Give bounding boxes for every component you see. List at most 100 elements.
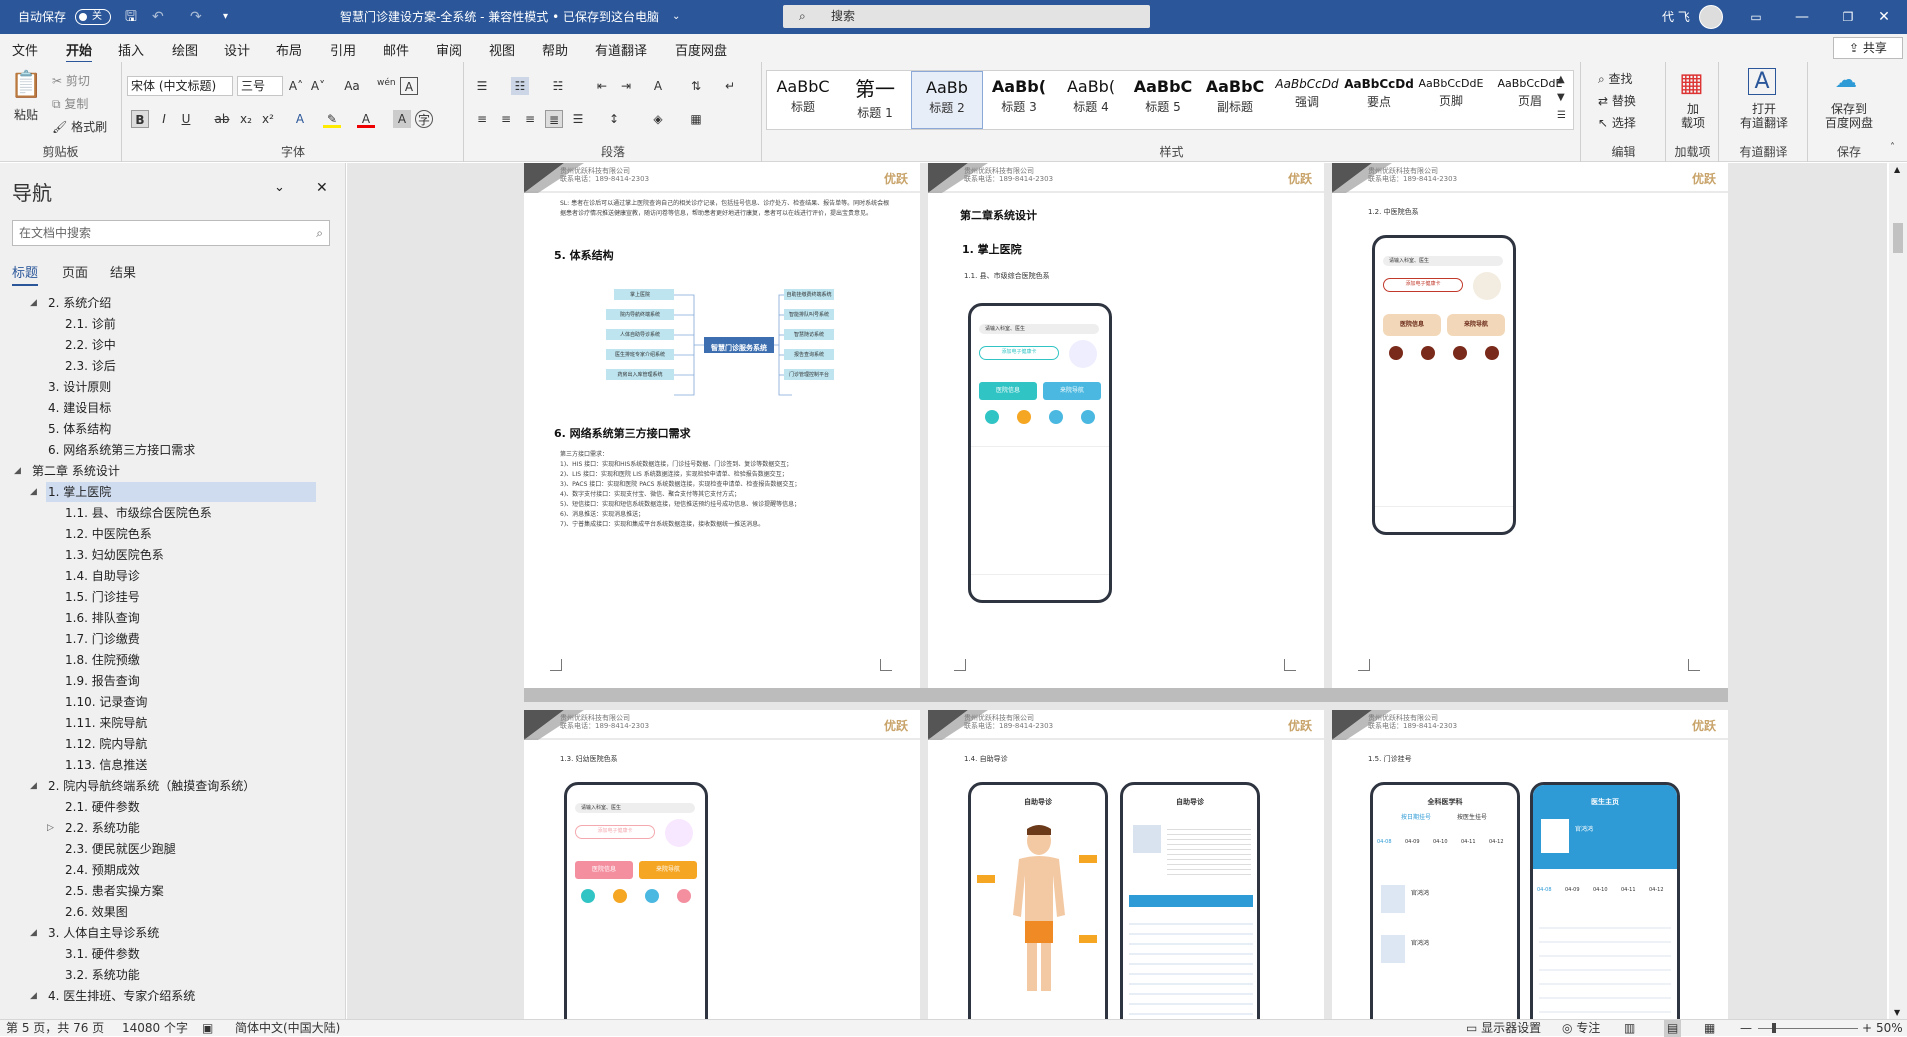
- nav-heading-item[interactable]: 1.9. 报告查询: [63, 671, 316, 691]
- nav-heading-item[interactable]: 2.3. 诊后: [63, 356, 316, 376]
- nav-heading-item[interactable]: 1.2. 中医院色系: [63, 524, 316, 544]
- find-button[interactable]: ⌕ 查找: [1598, 70, 1633, 87]
- document-title[interactable]: 智慧门诊建设方案-全系统 - 兼容性模式 • 已保存到这台电脑: [340, 0, 659, 34]
- styles-more-icon[interactable]: ☰: [1557, 110, 1566, 121]
- nav-heading-item[interactable]: 1.5. 门诊挂号: [63, 587, 316, 607]
- format-painter-button[interactable]: 🖌 格式刷: [52, 118, 107, 135]
- multilevel-list-icon[interactable]: ☵: [549, 77, 567, 95]
- text-effects-icon[interactable]: A: [291, 110, 309, 128]
- baidu-cloud-icon[interactable]: ☁: [1835, 68, 1857, 93]
- nav-heading-item[interactable]: 3.1. 硬件参数: [63, 944, 316, 964]
- distributed-icon[interactable]: ☰: [569, 110, 587, 128]
- display-settings-button[interactable]: ▭ 显示器设置: [1466, 1020, 1541, 1037]
- styles-scroll-down-icon[interactable]: ▼: [1557, 92, 1565, 103]
- collapse-ribbon-icon[interactable]: ˄: [1890, 142, 1895, 153]
- nav-heading-item[interactable]: ◢ 第二章 系统设计: [14, 461, 316, 481]
- styles-scroll-up-icon[interactable]: ▲: [1557, 74, 1565, 85]
- paste-button[interactable]: 粘贴: [14, 106, 38, 123]
- close-icon[interactable]: ✕: [1861, 0, 1907, 34]
- font-size-select[interactable]: 三号: [237, 76, 283, 96]
- asian-layout-icon[interactable]: A: [649, 77, 667, 95]
- nav-heading-item[interactable]: ◢ 2. 系统介绍: [30, 293, 316, 313]
- nav-tab-headings[interactable]: 标题: [12, 262, 39, 286]
- cut-button[interactable]: ✂ 剪切: [52, 72, 90, 89]
- nav-heading-item[interactable]: 2.5. 患者实操方案: [63, 881, 316, 901]
- collapse-triangle-icon[interactable]: ◢: [30, 923, 37, 943]
- user-name[interactable]: 代 飞: [1662, 0, 1690, 34]
- subscript-icon[interactable]: x₂: [237, 110, 255, 128]
- nav-heading-item[interactable]: 1.3. 妇幼医院色系: [63, 545, 316, 565]
- save-icon[interactable]: 🖫: [125, 0, 137, 34]
- avatar[interactable]: [1699, 5, 1723, 29]
- nav-heading-item[interactable]: 5. 体系结构: [46, 419, 316, 439]
- collapse-triangle-icon[interactable]: ◢: [30, 986, 37, 1006]
- customize-qat-icon[interactable]: ▾: [223, 0, 228, 34]
- style-heading-4[interactable]: AaBb(标题 4: [1055, 71, 1127, 129]
- highlight-icon[interactable]: ✎: [323, 110, 341, 128]
- addins-button[interactable]: 加 载项: [1673, 102, 1713, 130]
- bullets-icon[interactable]: ☰: [473, 77, 491, 95]
- nav-heading-item[interactable]: 2.1. 硬件参数: [63, 797, 316, 817]
- autosave-toggle[interactable]: 关: [75, 9, 111, 25]
- youdao-button[interactable]: 打开 有道翻译: [1724, 102, 1804, 130]
- nav-search-icon[interactable]: ⌕: [316, 221, 323, 245]
- style-title[interactable]: AaBbC 标题: [767, 71, 839, 129]
- nav-heading-item[interactable]: ◢ 4. 医生排班、专家介绍系统: [30, 986, 316, 1006]
- style-heading-2[interactable]: AaBb 标题 2: [911, 71, 983, 129]
- tab-design[interactable]: 设计: [224, 40, 250, 59]
- nav-heading-item[interactable]: ◢ 3. 人体自主导诊系统: [30, 923, 316, 943]
- increase-indent-icon[interactable]: ⇥: [617, 77, 635, 95]
- ribbon-display-icon[interactable]: ▭: [1733, 0, 1779, 34]
- underline-icon[interactable]: U: [177, 110, 195, 128]
- zoom-level[interactable]: 50%: [1876, 1020, 1903, 1037]
- style-heading-1[interactable]: 第一 标题 1: [839, 71, 911, 129]
- nav-heading-item[interactable]: 6. 网络系统第三方接口需求: [46, 440, 316, 460]
- font-name-select[interactable]: 宋体 (中文标题): [127, 76, 233, 96]
- share-button[interactable]: ⇪ 共享: [1833, 37, 1903, 59]
- italic-icon[interactable]: I: [155, 110, 173, 128]
- nav-heading-item[interactable]: 1.7. 门诊缴费: [63, 629, 316, 649]
- nav-options-chevron-icon[interactable]: ⌄: [274, 180, 285, 195]
- shading-icon[interactable]: ◈: [649, 110, 667, 128]
- collapse-triangle-icon[interactable]: ◢: [30, 293, 37, 313]
- collapse-triangle-icon[interactable]: ◢: [14, 461, 21, 481]
- zoom-in-icon[interactable]: +: [1862, 1020, 1872, 1037]
- word-count[interactable]: 14080 个字: [122, 1020, 188, 1037]
- scroll-down-icon[interactable]: ▼: [1894, 1008, 1900, 1017]
- nav-heading-item[interactable]: 1.1. 县、市级综合医院色系: [63, 503, 316, 523]
- select-button[interactable]: ↖ 选择: [1598, 114, 1636, 131]
- page-count[interactable]: 第 5 页，共 76 页: [6, 1020, 104, 1037]
- collapse-triangle-icon[interactable]: ◢: [30, 482, 37, 502]
- tab-review[interactable]: 审阅: [436, 40, 462, 59]
- tab-insert[interactable]: 插入: [118, 40, 144, 59]
- style-heading-5[interactable]: AaBbC 标题 5: [1127, 71, 1199, 129]
- nav-close-icon[interactable]: ✕: [316, 180, 328, 196]
- style-footer[interactable]: AaBbCcDdE 页脚: [1415, 71, 1487, 129]
- scrollbar-thumb[interactable]: [1893, 223, 1903, 253]
- enclose-char-icon[interactable]: 字: [415, 110, 433, 128]
- phonetic-guide-icon[interactable]: wén: [377, 74, 396, 92]
- nav-heading-item[interactable]: ◢ 2. 院内导航终端系统（触摸查询系统）: [30, 776, 316, 796]
- expand-triangle-icon[interactable]: ▷: [47, 818, 54, 838]
- replace-button[interactable]: ⇄ 替换: [1598, 92, 1636, 109]
- tab-home[interactable]: 开始: [66, 40, 93, 64]
- baidu-save-button[interactable]: 保存到 百度网盘: [1811, 102, 1887, 130]
- nav-heading-item[interactable]: ◢ 1. 掌上医院: [30, 482, 316, 502]
- change-case-icon[interactable]: Aa: [343, 77, 361, 95]
- web-layout-icon[interactable]: ▦: [1704, 1020, 1715, 1037]
- nav-tab-results[interactable]: 结果: [110, 262, 136, 281]
- grow-font-icon[interactable]: A˄: [287, 77, 305, 95]
- print-layout-icon[interactable]: ▤: [1664, 1020, 1682, 1037]
- read-mode-icon[interactable]: ▥: [1624, 1020, 1635, 1037]
- style-heading-3[interactable]: AaBb(标题 3: [983, 71, 1055, 129]
- bold-icon[interactable]: B: [131, 110, 149, 128]
- superscript-icon[interactable]: x²: [259, 110, 277, 128]
- align-right-icon[interactable]: ≡: [521, 110, 539, 128]
- align-center-icon[interactable]: ≡: [497, 110, 515, 128]
- paste-icon[interactable]: 📋: [10, 70, 42, 100]
- undo-icon[interactable]: ↶: [152, 0, 164, 34]
- justify-icon[interactable]: ≣: [545, 110, 563, 128]
- proofing-icon[interactable]: ▣: [202, 1020, 213, 1037]
- youdao-icon[interactable]: A: [1748, 68, 1776, 95]
- tab-mailings[interactable]: 邮件: [383, 40, 409, 59]
